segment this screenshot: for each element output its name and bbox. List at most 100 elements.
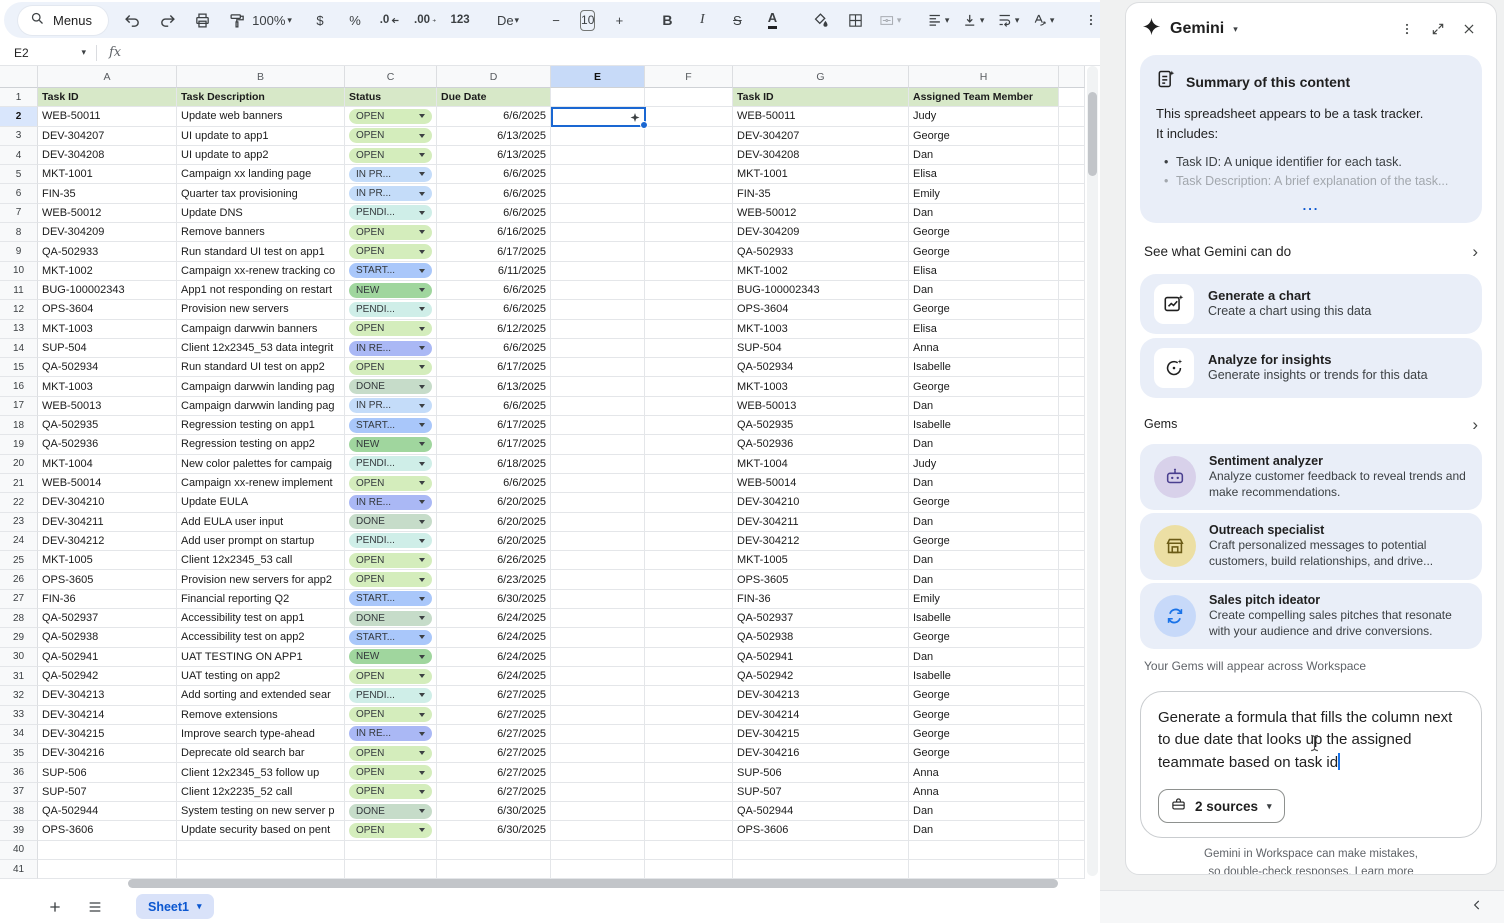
cell-G40[interactable] [733, 841, 909, 860]
cell-D41[interactable] [437, 860, 551, 879]
cell-C5[interactable]: IN PR... [345, 165, 437, 184]
cell-D18[interactable]: 6/17/2025 [437, 416, 551, 435]
cell-D35[interactable]: 6/27/2025 [437, 744, 551, 763]
cell-F12[interactable] [645, 300, 733, 319]
status-pill[interactable]: IN PR... [349, 167, 432, 182]
font-size-input[interactable]: 10 [580, 10, 595, 31]
cell-H7[interactable]: Dan [909, 204, 1059, 223]
cell-F30[interactable] [645, 648, 733, 667]
cell-E5[interactable] [551, 165, 645, 184]
cell-H41[interactable] [909, 860, 1059, 879]
cell-G19[interactable]: QA-502936 [733, 435, 909, 454]
cell-F22[interactable] [645, 493, 733, 512]
cell-partial-22[interactable] [1059, 493, 1085, 512]
cell-A38[interactable]: QA-502944 [38, 802, 177, 821]
cell-D34[interactable]: 6/27/2025 [437, 725, 551, 744]
cell-E27[interactable] [551, 590, 645, 609]
cell-C29[interactable]: START... [345, 628, 437, 647]
cell-D33[interactable]: 6/27/2025 [437, 706, 551, 725]
cell-A2[interactable]: WEB-50011 [38, 107, 177, 126]
cell-A19[interactable]: QA-502936 [38, 435, 177, 454]
cell-A9[interactable]: QA-502933 [38, 242, 177, 261]
cell-C21[interactable]: OPEN [345, 474, 437, 493]
cell-C1[interactable]: Status [345, 88, 437, 107]
cell-H36[interactable]: Anna [909, 763, 1059, 782]
cell-A36[interactable]: SUP-506 [38, 763, 177, 782]
cell-G29[interactable]: QA-502938 [733, 628, 909, 647]
cell-F4[interactable] [645, 146, 733, 165]
status-pill[interactable]: OPEN [349, 321, 432, 336]
gem-card-outreach-specialist[interactable]: Outreach specialistCraft personalized me… [1140, 513, 1482, 579]
cell-D3[interactable]: 6/13/2025 [437, 127, 551, 146]
status-pill[interactable]: IN PR... [349, 398, 432, 413]
cell-G3[interactable]: DEV-304207 [733, 127, 909, 146]
cell-E10[interactable] [551, 262, 645, 281]
cell-G27[interactable]: FIN-36 [733, 590, 909, 609]
row-header-31[interactable]: 31 [0, 667, 38, 686]
status-pill[interactable]: OPEN [349, 553, 432, 568]
cell-H28[interactable]: Isabelle [909, 609, 1059, 628]
cell-C32[interactable]: PENDI... [345, 686, 437, 705]
cell-C31[interactable]: OPEN [345, 667, 437, 686]
cell-A30[interactable]: QA-502941 [38, 648, 177, 667]
cell-C41[interactable] [345, 860, 437, 879]
increase-font-size-button[interactable]: + [608, 7, 630, 33]
horizontal-align-button[interactable]: ▾ [927, 7, 949, 33]
cell-C33[interactable]: OPEN [345, 706, 437, 725]
status-pill[interactable]: IN RE... [349, 495, 432, 510]
cell-F10[interactable] [645, 262, 733, 281]
cell-F20[interactable] [645, 455, 733, 474]
status-pill[interactable]: OPEN [349, 109, 432, 124]
cell-F2[interactable] [645, 107, 733, 126]
cell-partial-5[interactable] [1059, 165, 1085, 184]
cell-B37[interactable]: Client 12x2235_52 call [177, 783, 345, 802]
cell-D22[interactable]: 6/20/2025 [437, 493, 551, 512]
column-header-C[interactable]: C [345, 66, 437, 88]
cell-partial-7[interactable] [1059, 204, 1085, 223]
cell-H14[interactable]: Anna [909, 339, 1059, 358]
cell-E21[interactable] [551, 474, 645, 493]
cell-partial-17[interactable] [1059, 397, 1085, 416]
cell-partial-19[interactable] [1059, 435, 1085, 454]
status-pill[interactable]: DONE [349, 379, 432, 394]
cell-partial-29[interactable] [1059, 628, 1085, 647]
borders-button[interactable] [844, 7, 866, 33]
row-header-34[interactable]: 34 [0, 725, 38, 744]
cell-E25[interactable] [551, 551, 645, 570]
cell-B13[interactable]: Campaign darwwin banners [177, 320, 345, 339]
cell-D9[interactable]: 6/17/2025 [437, 242, 551, 261]
cell-E11[interactable] [551, 281, 645, 300]
cell-B11[interactable]: App1 not responding on restart [177, 281, 345, 300]
print-button[interactable] [191, 7, 213, 33]
status-pill[interactable]: OPEN [349, 784, 432, 799]
cell-H5[interactable]: Elisa [909, 165, 1059, 184]
cell-E23[interactable] [551, 513, 645, 532]
cell-A17[interactable]: WEB-50013 [38, 397, 177, 416]
cell-A3[interactable]: DEV-304207 [38, 127, 177, 146]
cell-C9[interactable]: OPEN [345, 242, 437, 261]
row-header-8[interactable]: 8 [0, 223, 38, 242]
cell-B17[interactable]: Campaign darwwin landing pag [177, 397, 345, 416]
merge-cells-button[interactable]: ▾ [879, 7, 901, 33]
cell-G30[interactable]: QA-502941 [733, 648, 909, 667]
status-pill[interactable]: NEW [349, 283, 432, 298]
cell-D1[interactable]: Due Date [437, 88, 551, 107]
cell-E17[interactable] [551, 397, 645, 416]
cell-partial-33[interactable] [1059, 706, 1085, 725]
cell-F35[interactable] [645, 744, 733, 763]
cell-E28[interactable] [551, 609, 645, 628]
cell-B19[interactable]: Regression testing on app2 [177, 435, 345, 454]
cell-B36[interactable]: Client 12x2345_53 follow up [177, 763, 345, 782]
cell-B12[interactable]: Provision new servers [177, 300, 345, 319]
cell-H15[interactable]: Isabelle [909, 358, 1059, 377]
more-options-icon[interactable] [1396, 21, 1418, 37]
cell-C16[interactable]: DONE [345, 377, 437, 396]
cell-H33[interactable]: George [909, 706, 1059, 725]
cell-H19[interactable]: Dan [909, 435, 1059, 454]
status-pill[interactable]: PENDI... [349, 533, 432, 548]
cell-B2[interactable]: Update web banners [177, 107, 345, 126]
cell-D28[interactable]: 6/24/2025 [437, 609, 551, 628]
cell-A40[interactable] [38, 841, 177, 860]
zoom-select[interactable]: 100%▾ [261, 7, 283, 33]
cell-F40[interactable] [645, 841, 733, 860]
